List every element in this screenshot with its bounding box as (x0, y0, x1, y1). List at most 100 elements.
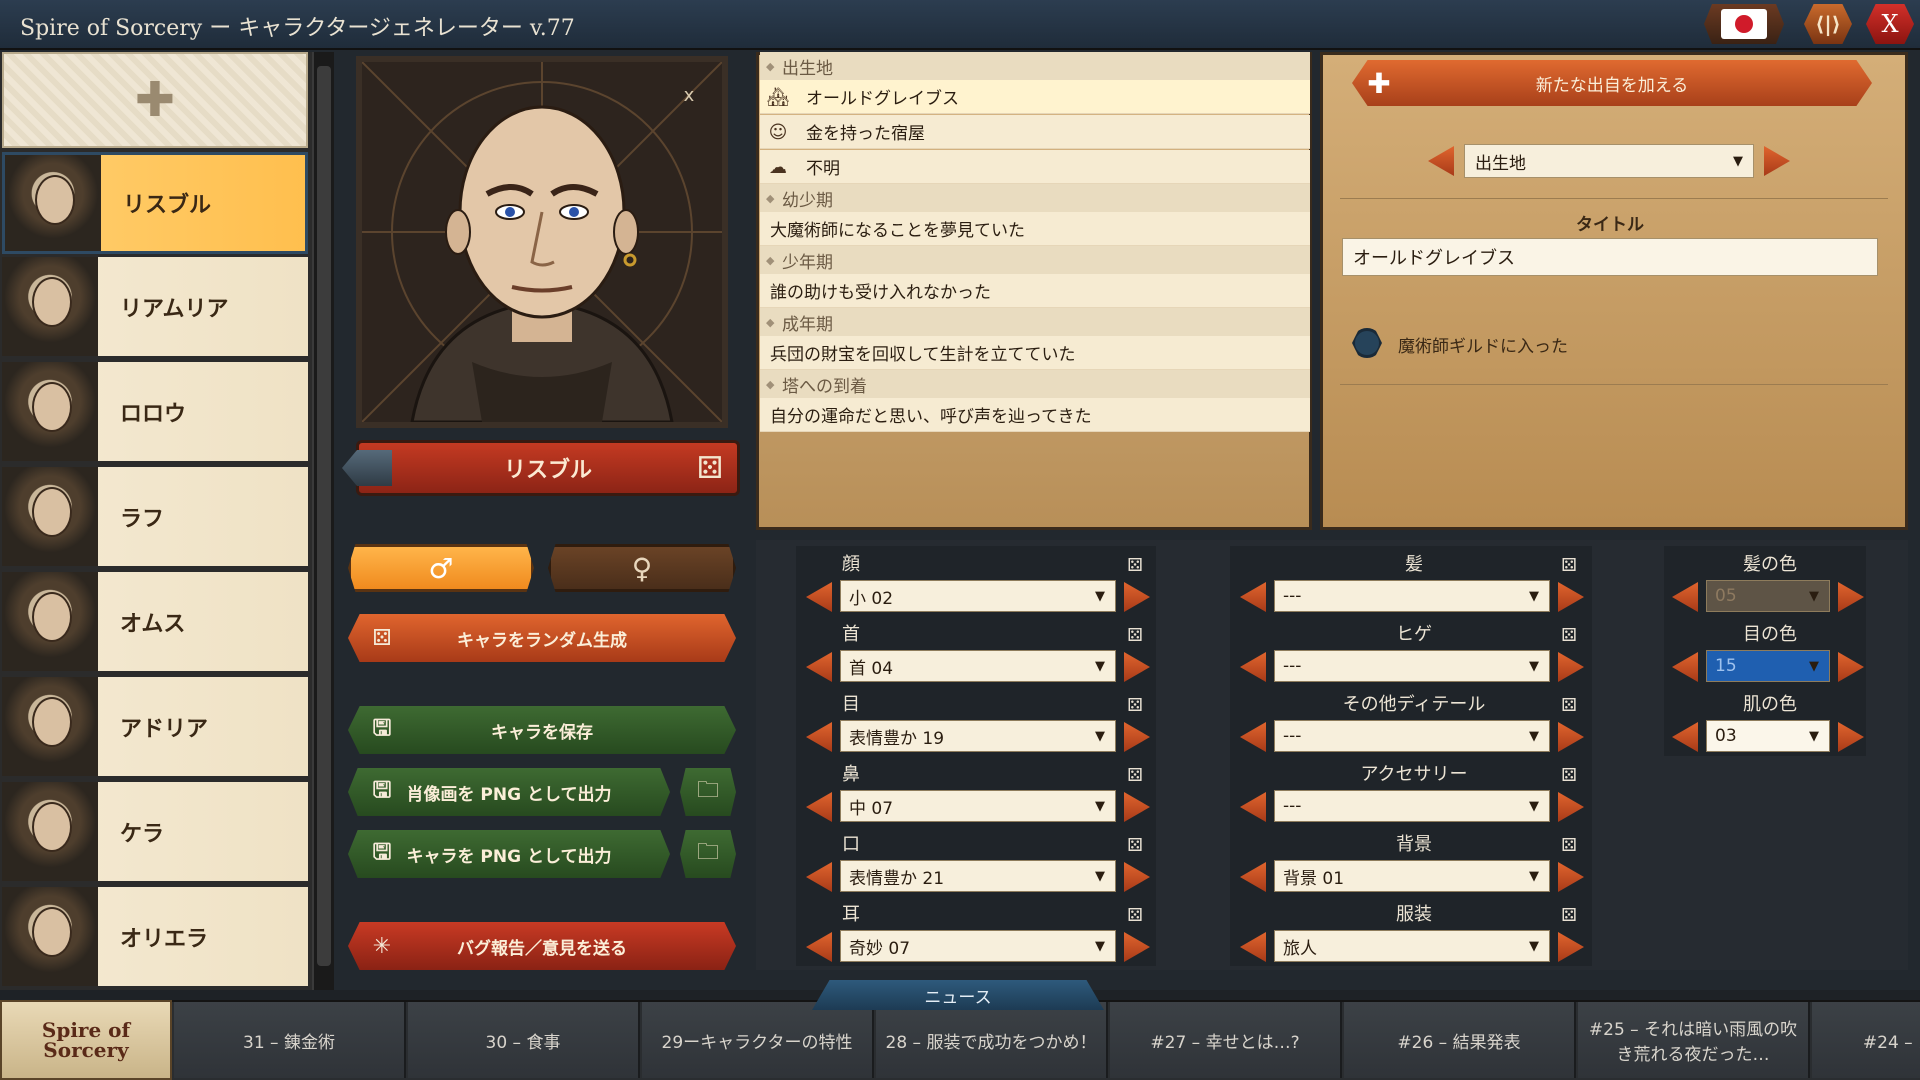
character-folder-icon[interactable]: 🗀 (680, 830, 736, 878)
dice-icon[interactable]: ⚄ (1558, 694, 1580, 716)
left-select[interactable]: 表情豊か 21 ▼ (840, 860, 1116, 892)
colors-select[interactable]: 05 ▼ (1706, 580, 1830, 612)
character-avatar (2, 257, 98, 356)
middle-select[interactable]: --- ▼ (1274, 580, 1550, 612)
chevron-down-icon: ▼ (1095, 798, 1105, 814)
character-avatar (2, 887, 98, 986)
dice-icon[interactable]: ⚄ (1124, 764, 1146, 786)
dice-icon[interactable]: ⚄ (1124, 554, 1146, 576)
adulthood-item[interactable]: 兵団の財宝を回収して生計を立てていた (760, 336, 1310, 370)
save-character-button[interactable]: 🖫 キャラを保存 (348, 706, 736, 754)
left-select[interactable]: 表情豊か 19 ▼ (840, 720, 1116, 752)
middle-select[interactable]: 背景 01 ▼ (1274, 860, 1550, 892)
report-bug-button[interactable]: ✳ バグ報告／意見を送る (348, 922, 736, 970)
randomize-character-button[interactable]: ⚄ キャラをランダム生成 (348, 614, 736, 662)
chevron-down-icon: ▼ (1095, 658, 1105, 674)
chevron-down-icon: ▼ (1809, 728, 1819, 744)
export-character-png-button[interactable]: 🖫 キャラを PNG として出力 (348, 830, 670, 878)
colors-select[interactable]: 15 ▼ (1706, 650, 1830, 682)
portrait-illustration (362, 62, 722, 422)
scrollbar-thumb[interactable] (317, 66, 331, 966)
randomize-name-dice-icon[interactable]: ⚄ (690, 448, 730, 488)
middle-label: その他ディテール (1342, 694, 1486, 715)
dice-icon[interactable]: ⚄ (1124, 904, 1146, 926)
character-row[interactable]: オリエラ (2, 887, 308, 989)
chevron-down-icon: ▼ (1809, 588, 1819, 604)
character-list-scrollbar[interactable] (312, 52, 334, 990)
middle-value: 背景 01 (1283, 868, 1345, 889)
character-row[interactable]: リアムリア (2, 257, 308, 359)
gender-male-button[interactable]: ♂ (348, 544, 534, 592)
export-icon: 🖫 (372, 840, 392, 865)
origin-type-select[interactable]: 出生地 ▼ (1464, 144, 1754, 178)
news-item[interactable]: 31 – 錬金術 (174, 1002, 406, 1078)
close-window-button[interactable]: X (1866, 4, 1914, 44)
language-button[interactable] (1704, 4, 1784, 44)
middle-select[interactable]: --- ▼ (1274, 790, 1550, 822)
colors-value: 05 (1715, 586, 1737, 606)
news-item[interactable]: 30 – 食事 (408, 1002, 640, 1078)
window-title: Spire of Sorcery ー キャラクタージェネレーター v.77 (20, 16, 575, 41)
news-item[interactable]: 28 – 服装で成功をつかめ！ (876, 1002, 1108, 1078)
character-avatar (5, 155, 101, 251)
left-select[interactable]: 小 02 ▼ (840, 580, 1116, 612)
character-row[interactable]: オムス (2, 572, 308, 674)
dice-icon[interactable]: ⚄ (1558, 624, 1580, 646)
dice-icon[interactable]: ⚄ (1124, 624, 1146, 646)
birthplace-option[interactable]: 金を持った宿屋 (760, 115, 1310, 149)
left-value: 奇妙 07 (849, 938, 911, 959)
dice-icon[interactable]: ⚄ (1124, 694, 1146, 716)
dice-icon[interactable]: ⚄ (1558, 904, 1580, 926)
chevron-down-icon: ▼ (1529, 938, 1539, 954)
dice-icon[interactable]: ⚄ (1558, 764, 1580, 786)
dice-icon[interactable]: ⚄ (1558, 554, 1580, 576)
character-name: ケラ (120, 821, 165, 847)
middle-select[interactable]: --- ▼ (1274, 720, 1550, 752)
add-origin-button[interactable]: 新たな出自を加える (1352, 60, 1872, 106)
chevron-down-icon: ▼ (1095, 588, 1105, 604)
middle-select[interactable]: --- ▼ (1274, 650, 1550, 682)
birthplace-option[interactable]: 不明 (760, 150, 1310, 184)
tool-button[interactable]: ⟨|⟩ (1804, 4, 1852, 44)
export-character-label: キャラを PNG として出力 (406, 846, 612, 867)
childhood-item[interactable]: 大魔術師になることを夢見ていた (760, 212, 1310, 246)
left-select[interactable]: 首 04 ▼ (840, 650, 1116, 682)
character-avatar (2, 362, 98, 461)
character-name: リアムリア (120, 296, 229, 322)
left-value: 表情豊か 19 (849, 728, 945, 749)
left-select[interactable]: 奇妙 07 ▼ (840, 930, 1116, 962)
chevron-down-icon: ▼ (1529, 868, 1539, 884)
character-avatar (2, 467, 98, 566)
portrait-close-icon[interactable]: x (672, 78, 706, 112)
arrival-item[interactable]: 自分の運命だと思い、呼び声を辿ってきた (760, 398, 1310, 432)
colors-label: 髪の色 (1743, 554, 1797, 575)
dice-icon[interactable]: ⚄ (1124, 834, 1146, 856)
add-character-button[interactable]: ✚ (2, 52, 308, 148)
news-item[interactable]: #24 – ス (1812, 1002, 1920, 1078)
origin-title-input[interactable] (1342, 238, 1878, 276)
news-item[interactable]: 29ーキャラクターの特性 (642, 1002, 874, 1078)
gender-female-button[interactable]: ♀ (548, 544, 736, 592)
portrait-folder-icon[interactable]: 🗀 (680, 768, 736, 816)
character-row[interactable]: ラフ (2, 467, 308, 569)
character-row[interactable]: リスブル (2, 152, 308, 254)
adolescence-item[interactable]: 誰の助けも受け入れなかった (760, 274, 1310, 308)
character-row[interactable]: アドリア (2, 677, 308, 779)
left-select[interactable]: 中 07 ▼ (840, 790, 1116, 822)
character-row[interactable]: ケラ (2, 782, 308, 884)
birthplace-option[interactable]: オールドグレイブス (760, 80, 1310, 114)
randomize-character-label: キャラをランダム生成 (457, 630, 627, 651)
colors-select[interactable]: 03 ▼ (1706, 720, 1830, 752)
chevron-down-icon: ▼ (1095, 938, 1105, 954)
news-tab[interactable]: ニュース (812, 980, 1104, 1010)
character-row[interactable]: ロロウ (2, 362, 308, 464)
game-logo: Spire of Sorcery (0, 1000, 172, 1080)
news-item[interactable]: #27 – 幸せとは…? (1110, 1002, 1342, 1078)
dice-icon[interactable]: ⚄ (1558, 834, 1580, 856)
middle-select[interactable]: 旅人 ▼ (1274, 930, 1550, 962)
plus-icon: ✚ (1367, 66, 1391, 100)
export-portrait-png-button[interactable]: 🖫 肖像画を PNG として出力 (348, 768, 670, 816)
character-name-field[interactable]: リスブル (356, 440, 740, 496)
news-item[interactable]: #26 – 結果発表 (1344, 1002, 1576, 1078)
news-item[interactable]: #25 – それは暗い雨風の吹き荒れる夜だった… (1578, 1002, 1810, 1078)
